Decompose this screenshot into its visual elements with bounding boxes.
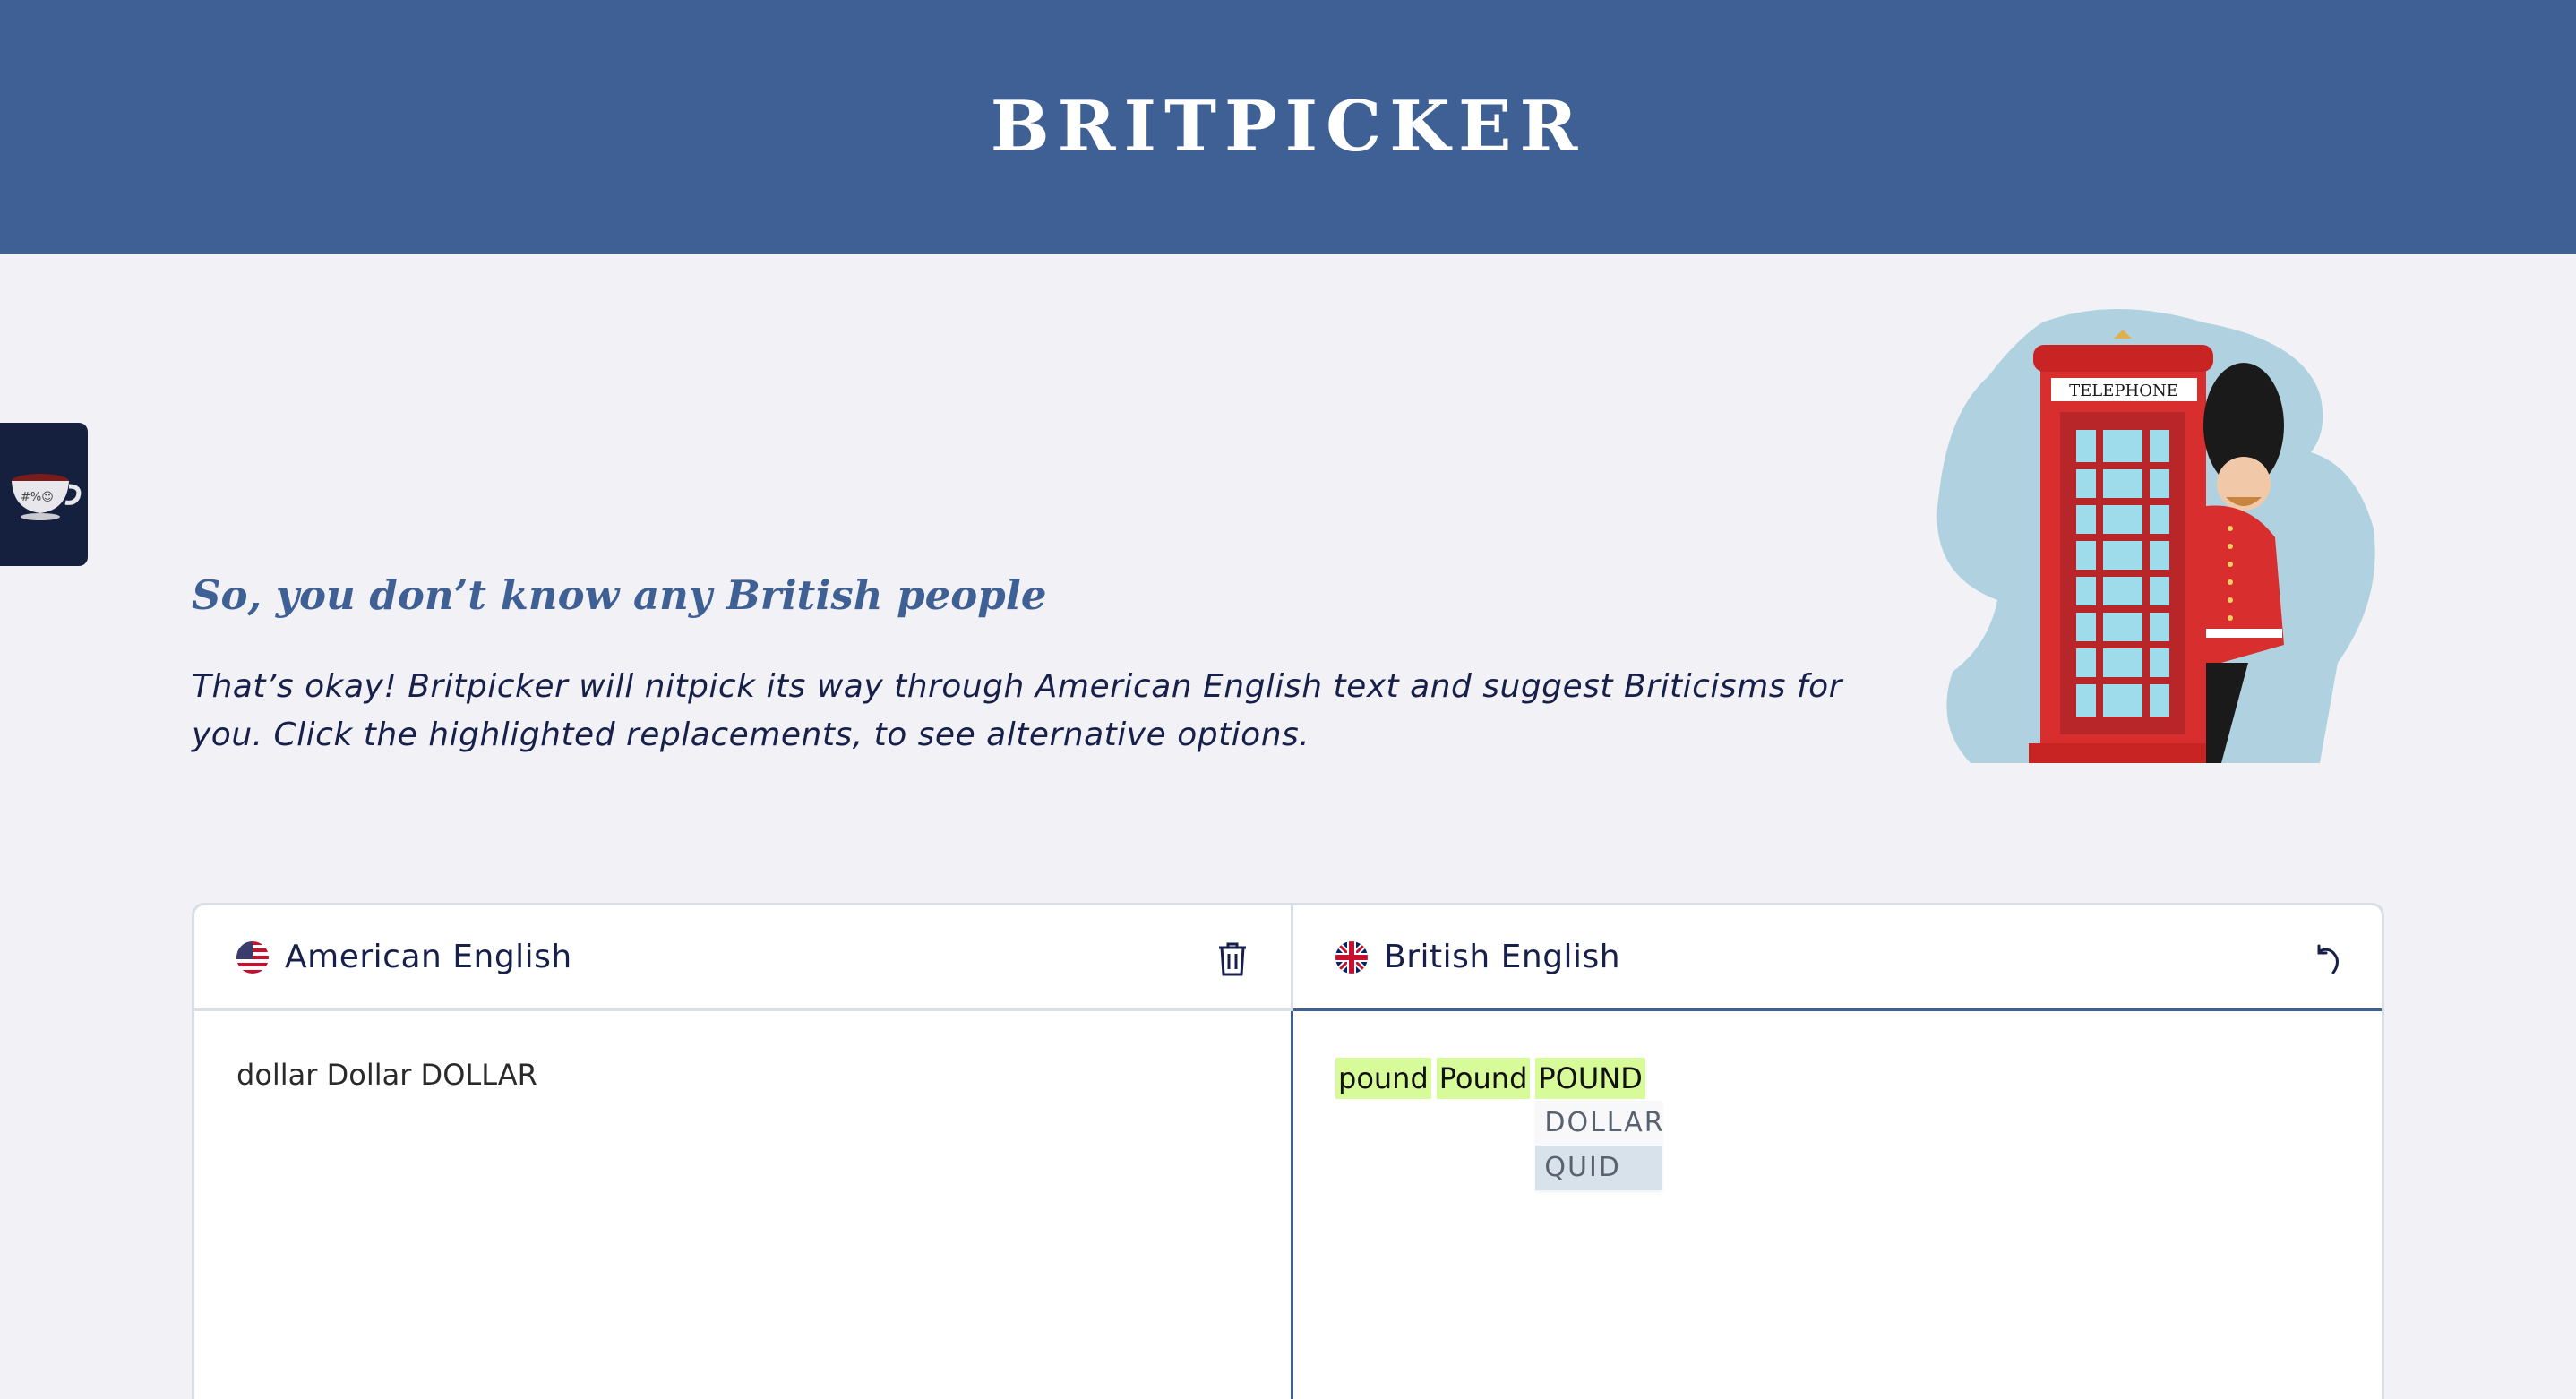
intro-description: That’s okay! Britpicker will nitpick its… [192, 668, 1842, 753]
side-tab-button[interactable]: #%☺ [0, 423, 88, 566]
trash-icon [1219, 942, 1246, 976]
uk-flag-icon [1335, 940, 1368, 974]
telephone-box-guard-illustration: TELEPHONE [1936, 309, 2375, 763]
undo-button[interactable] [2310, 940, 2348, 979]
british-english-title: British English [1384, 939, 1621, 975]
teacup-icon: #%☺ [12, 474, 82, 520]
american-english-header: American English [194, 905, 1291, 1011]
replacement-word[interactable]: pound [1335, 1058, 1431, 1099]
svg-text:#%☺: #%☺ [21, 491, 54, 504]
british-english-column: British English pound Pound POUND DOLLAR Q… [1291, 905, 2382, 1399]
american-english-input[interactable]: dollar Dollar DOLLAR [194, 1011, 1291, 1138]
telephone-sign-text: TELEPHONE [2069, 382, 2178, 400]
british-english-header: British English [1293, 905, 2382, 1011]
british-english-output: pound Pound POUND DOLLAR QUID [1291, 1011, 2382, 1399]
replacement-word-with-dropdown: POUND DOLLAR QUID [1535, 1058, 1663, 1190]
us-flag-icon [236, 940, 269, 974]
american-english-column: American English dollar Dollar DOLLAR [194, 905, 1291, 1399]
translator-panel: American English dollar Dollar DOLLAR Br… [192, 903, 2384, 1399]
american-english-title: American English [285, 939, 572, 975]
site-logo[interactable]: BRITPICKER [991, 92, 1586, 162]
dropdown-option[interactable]: DOLLAR [1535, 1101, 1662, 1146]
replacement-word[interactable]: POUND [1535, 1058, 1645, 1099]
site-header: BRITPICKER [0, 0, 2576, 254]
replacement-word[interactable]: Pound [1436, 1058, 1531, 1099]
clear-text-button[interactable] [1214, 940, 1251, 979]
alternatives-dropdown: DOLLAR QUID [1535, 1101, 1663, 1190]
dropdown-option[interactable]: QUID [1535, 1146, 1663, 1190]
american-english-text[interactable]: dollar Dollar DOLLAR [236, 1058, 537, 1092]
undo-icon [2317, 944, 2339, 974]
intro-title: So, you don’t know any British people [192, 571, 1047, 619]
